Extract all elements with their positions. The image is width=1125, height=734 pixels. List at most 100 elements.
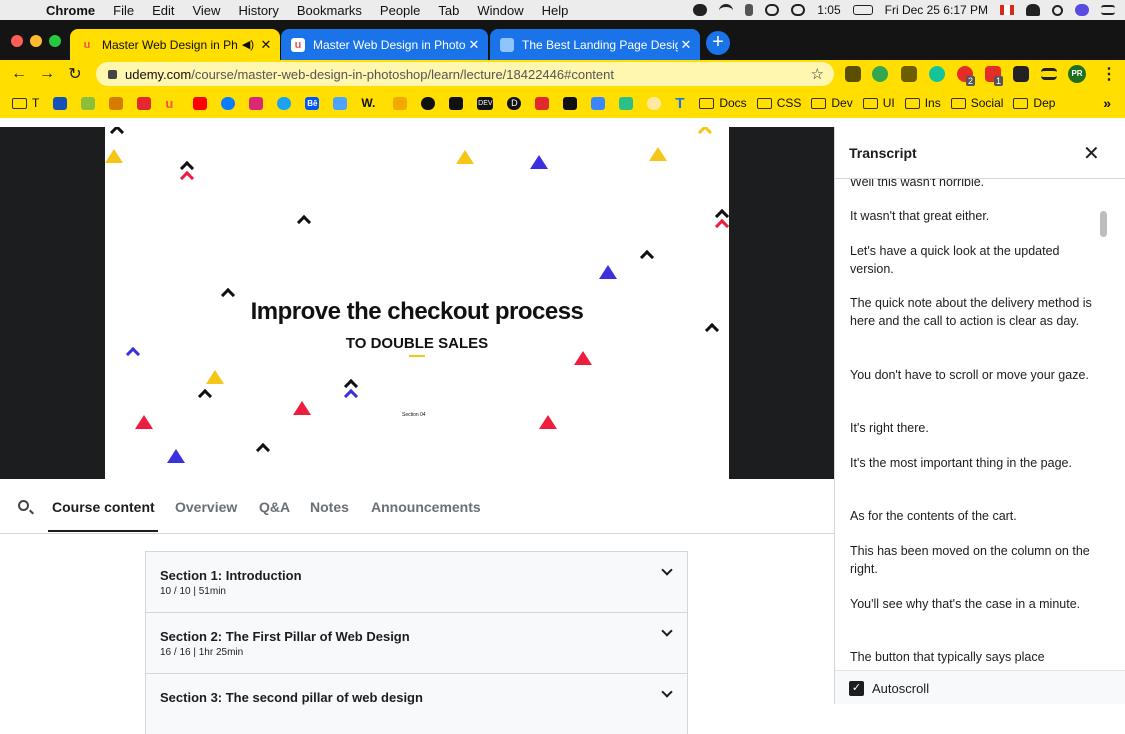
bookmark-blue-grid-icon[interactable] (591, 96, 606, 110)
extension-grammarly-icon[interactable] (929, 66, 945, 82)
bluetooth-icon[interactable] (745, 4, 754, 16)
menu-file[interactable]: File (113, 3, 134, 18)
search-icon[interactable] (18, 500, 29, 511)
reload-icon[interactable]: ↻ (61, 64, 89, 84)
bookmark-folder-ui[interactable]: UI (862, 96, 895, 110)
menu-help[interactable]: Help (542, 3, 569, 18)
tab-master-web-design[interactable]: u Master Web Design in Photosh ✕ (281, 29, 488, 60)
menu-bookmarks[interactable]: Bookmarks (297, 3, 362, 18)
close-icon[interactable]: ✕ (1083, 141, 1100, 166)
back-icon[interactable]: ← (5, 65, 33, 83)
bookmark-bolt-icon[interactable] (393, 96, 408, 110)
transcript-cue[interactable]: You'll see why that's the case in a minu… (850, 595, 1094, 613)
tab-announcements[interactable]: Announcements (371, 499, 481, 515)
profile-avatar[interactable]: PR (1068, 65, 1086, 83)
bookmark-music-icon[interactable] (333, 96, 348, 110)
forward-icon[interactable]: → (33, 65, 61, 83)
bookmark-folder-ins[interactable]: Ins (904, 96, 941, 110)
bookmark-folder-t[interactable]: T (12, 96, 39, 110)
menu-window[interactable]: Window (477, 3, 523, 18)
extensions-puzzle-icon[interactable] (1013, 66, 1029, 82)
bookmark-messenger-icon[interactable] (221, 96, 236, 110)
chevron-down-icon[interactable] (661, 686, 673, 698)
bookmark-star-icon[interactable]: ☆ (811, 65, 824, 83)
minimize-window-button[interactable] (30, 35, 42, 47)
section-introduction[interactable]: Section 1: Introduction 10 / 10 | 51min (145, 551, 688, 612)
transcript-cue[interactable]: This has been moved on the column on the… (850, 542, 1094, 578)
tab-notes[interactable]: Notes (310, 499, 349, 515)
bookmark-folder-css[interactable]: CSS (756, 96, 801, 110)
menu-tab[interactable]: Tab (438, 3, 459, 18)
wifi-icon[interactable] (719, 4, 734, 16)
lock-icon[interactable] (108, 69, 117, 79)
bookmark-red-s-icon[interactable] (535, 96, 550, 110)
bookmark-github-icon[interactable] (421, 96, 436, 110)
bookmark-red-square-icon[interactable] (137, 96, 152, 110)
chevron-down-icon[interactable] (661, 564, 673, 576)
bookmark-leaf-icon[interactable] (81, 96, 96, 110)
bookmark-folder-dev[interactable]: Dev (811, 96, 853, 110)
address-bar[interactable]: udemy.com /course/master-web-design-in-p… (96, 62, 834, 86)
creative-cloud-icon[interactable] (693, 4, 708, 16)
transcript-cue[interactable]: It wasn't that great either. (850, 207, 1094, 225)
menu-history[interactable]: History (238, 3, 278, 18)
autoscroll-label[interactable]: Autoscroll (872, 681, 929, 696)
menu-view[interactable]: View (192, 3, 220, 18)
extension-eyedropper-icon[interactable] (901, 66, 917, 82)
datetime[interactable]: Fri Dec 25 6:17 PM (885, 3, 988, 17)
extension-colorful-icon[interactable] (872, 66, 888, 82)
bookmark-medium-icon[interactable] (449, 96, 464, 110)
user-icon[interactable] (1026, 4, 1040, 16)
transcript-cue[interactable]: The quick note about the delivery method… (850, 294, 1094, 330)
menu-chrome[interactable]: Chrome (46, 3, 95, 18)
transcript-body[interactable]: Well this wasn't horrible. It wasn't tha… (835, 179, 1105, 669)
tab-course-content[interactable]: Course content (52, 499, 155, 515)
chevron-down-icon[interactable] (661, 625, 673, 637)
bookmark-green-icon[interactable] (619, 96, 634, 110)
close-tab-icon[interactable]: ✕ (258, 37, 274, 53)
battery-icon[interactable] (852, 5, 873, 15)
bookmark-folder-dep[interactable]: Dep (1013, 96, 1055, 110)
bookmark-behance-icon[interactable]: Bē (305, 96, 320, 110)
bookmark-youtube-icon[interactable] (193, 96, 208, 110)
transcript-cue[interactable]: It's the most important thing in the pag… (850, 454, 1094, 472)
menu-people[interactable]: People (380, 3, 420, 18)
transcript-cue[interactable]: It's right there. (850, 419, 1094, 437)
bookmark-folder-docs[interactable]: Docs (699, 96, 747, 110)
bookmark-c-icon[interactable] (563, 96, 578, 110)
close-tab-icon[interactable]: ✕ (466, 37, 482, 53)
transcript-cue[interactable]: The button that typically says place (850, 648, 1094, 666)
transcript-scrollbar[interactable] (1100, 211, 1107, 237)
bookmark-shield-icon[interactable] (53, 96, 68, 110)
bookmark-t-icon[interactable]: T (675, 96, 689, 111)
transcript-cue[interactable]: Well this wasn't horrible. (850, 179, 1094, 191)
close-tab-icon[interactable]: ✕ (678, 37, 694, 53)
menu-edit[interactable]: Edit (152, 3, 174, 18)
spotlight-search-icon[interactable] (1052, 4, 1063, 16)
video-slide[interactable]: Improve the checkout process TO DOUBLE S… (105, 127, 729, 479)
audio-playing-icon[interactable]: ◀) (242, 38, 254, 51)
bookmark-twitter-icon[interactable] (277, 96, 292, 110)
input-source-flag-icon[interactable] (1000, 5, 1014, 15)
transcript-cue[interactable]: You don't have to scroll or move your ga… (850, 366, 1094, 384)
section-first-pillar[interactable]: Section 2: The First Pillar of Web Desig… (145, 612, 688, 673)
tab-best-landing-page[interactable]: The Best Landing Page Design ✕ (490, 29, 700, 60)
time-machine-icon[interactable] (765, 4, 780, 16)
transcript-cue[interactable]: As for the contents of the cart. (850, 507, 1094, 525)
new-tab-button[interactable]: + (706, 31, 730, 55)
bookmark-figure-icon[interactable] (109, 96, 124, 110)
bookmark-dev-icon[interactable]: DEV (477, 96, 494, 110)
extension-bug-icon[interactable] (845, 66, 861, 82)
autoscroll-checkbox[interactable]: ✓ (849, 681, 864, 696)
bookmark-d-icon[interactable]: D (507, 96, 522, 110)
transcript-cue[interactable]: Let's have a quick look at the updated v… (850, 242, 1094, 278)
clock-icon[interactable] (791, 4, 806, 16)
bookmark-instagram-icon[interactable] (249, 96, 264, 110)
control-center-icon[interactable] (1101, 5, 1115, 15)
bookmark-w-icon[interactable]: W. (361, 96, 379, 110)
tab-overview[interactable]: Overview (175, 499, 237, 515)
tab-master-web-design-active[interactable]: u Master Web Design in Phot ◀) ✕ (70, 29, 280, 60)
close-window-button[interactable] (11, 35, 23, 47)
extension-list-icon[interactable] (1041, 68, 1057, 80)
bookmark-duck-icon[interactable] (647, 96, 662, 110)
